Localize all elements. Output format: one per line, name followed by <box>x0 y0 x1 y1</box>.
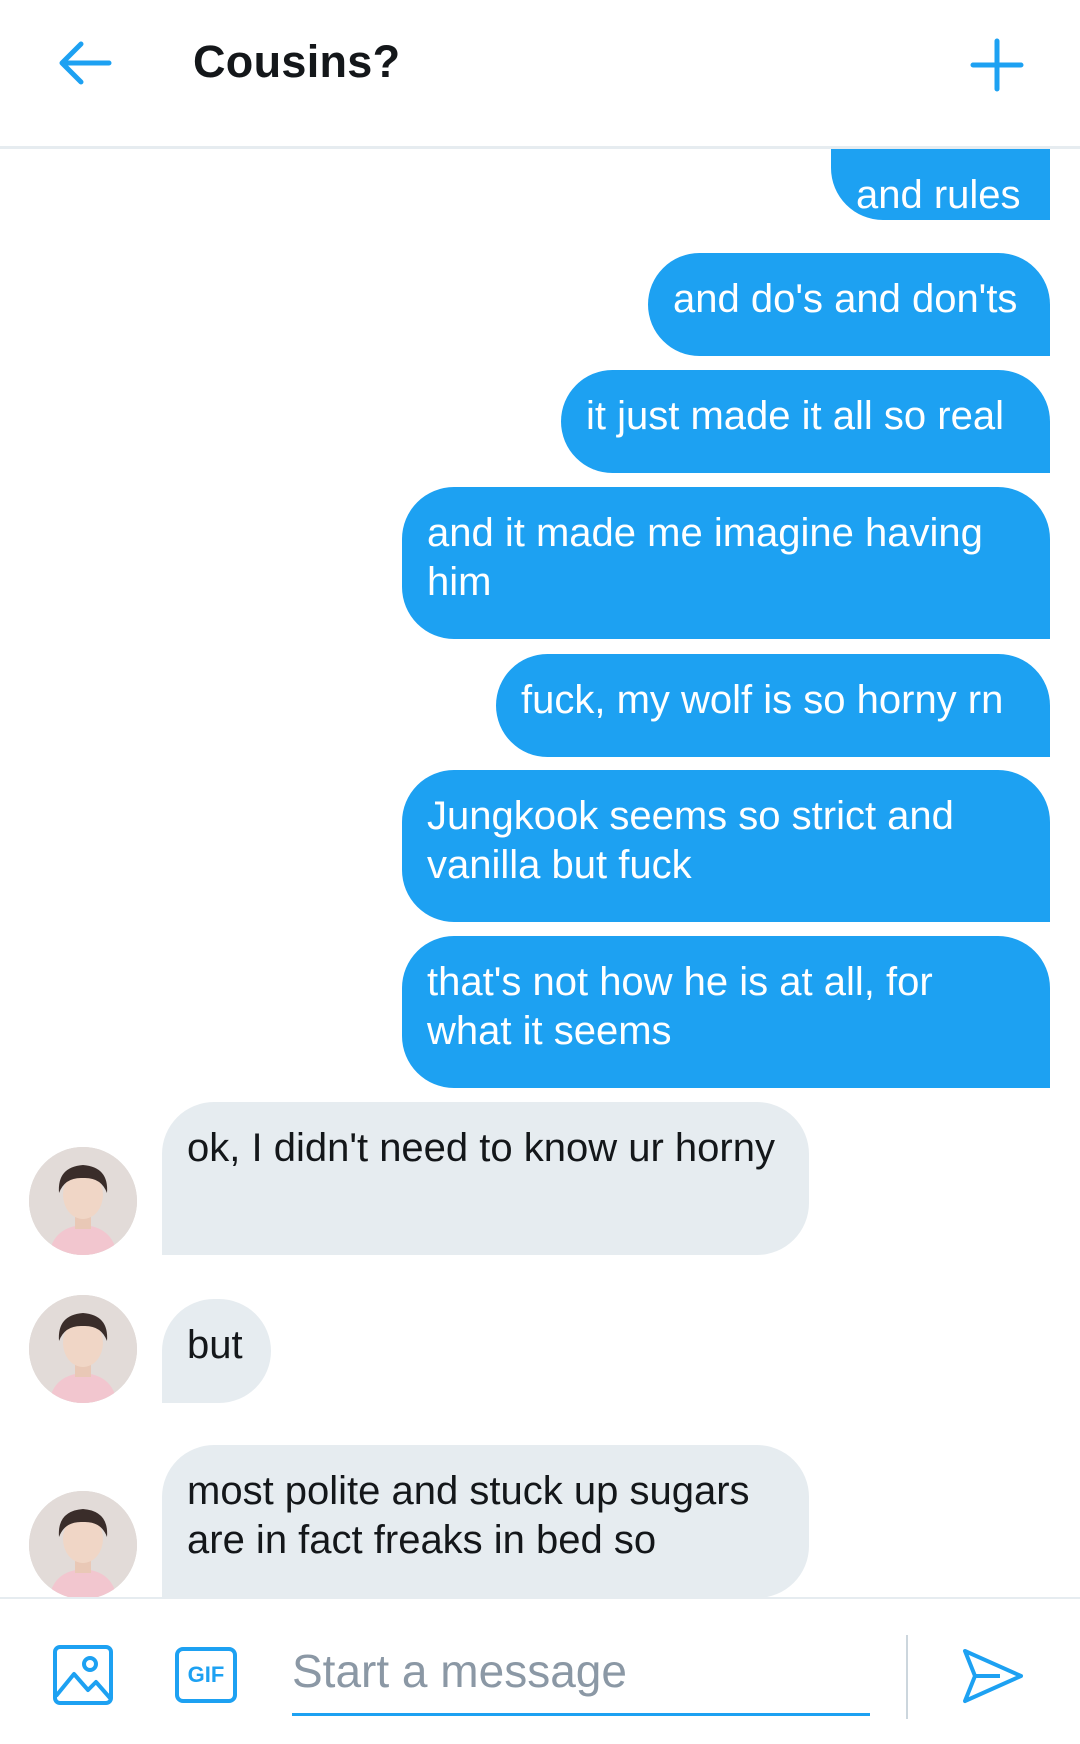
contact-avatar-image <box>29 1295 137 1403</box>
send-icon <box>963 1649 1023 1703</box>
send-button[interactable] <box>960 1643 1026 1709</box>
message-composer: GIF <box>0 1597 1080 1744</box>
arrow-left-icon <box>59 41 112 85</box>
conversation-title: Cousins? <box>193 36 401 87</box>
contact-avatar[interactable] <box>29 1147 137 1255</box>
outgoing-message[interactable]: Jungkook seems so strict and vanilla but… <box>402 770 1050 922</box>
outgoing-message[interactable]: it just made it all so real <box>561 370 1050 473</box>
incoming-message[interactable]: ok, I didn't need to know ur horny <box>162 1102 809 1255</box>
conversation-header: Cousins? <box>0 0 1080 149</box>
message-list: and rules and do's and don'ts it just ma… <box>0 149 1080 1597</box>
contact-avatar[interactable] <box>29 1491 137 1597</box>
add-people-button[interactable] <box>962 30 1032 100</box>
contact-avatar[interactable] <box>29 1295 137 1403</box>
add-photo-button[interactable] <box>52 1644 114 1706</box>
message-input[interactable] <box>292 1629 870 1716</box>
outgoing-message[interactable]: and do's and don'ts <box>648 253 1050 356</box>
gif-label: GIF <box>187 1662 225 1687</box>
composer-divider <box>906 1635 908 1719</box>
image-icon <box>53 1645 113 1705</box>
contact-avatar-image <box>29 1147 137 1255</box>
outgoing-message[interactable]: that's not how he is at all, for what it… <box>402 936 1050 1088</box>
plus-icon <box>970 38 1024 92</box>
contact-avatar-image <box>29 1491 137 1597</box>
incoming-message[interactable]: most polite and stuck up sugars are in f… <box>162 1445 809 1597</box>
incoming-message[interactable]: but <box>162 1299 271 1403</box>
outgoing-message[interactable]: fuck, my wolf is so horny rn <box>496 654 1050 757</box>
outgoing-message[interactable]: and rules <box>831 149 1050 220</box>
add-gif-button[interactable]: GIF <box>174 1646 238 1704</box>
back-button[interactable] <box>52 30 118 96</box>
outgoing-message[interactable]: and it made me imagine having him <box>402 487 1050 639</box>
